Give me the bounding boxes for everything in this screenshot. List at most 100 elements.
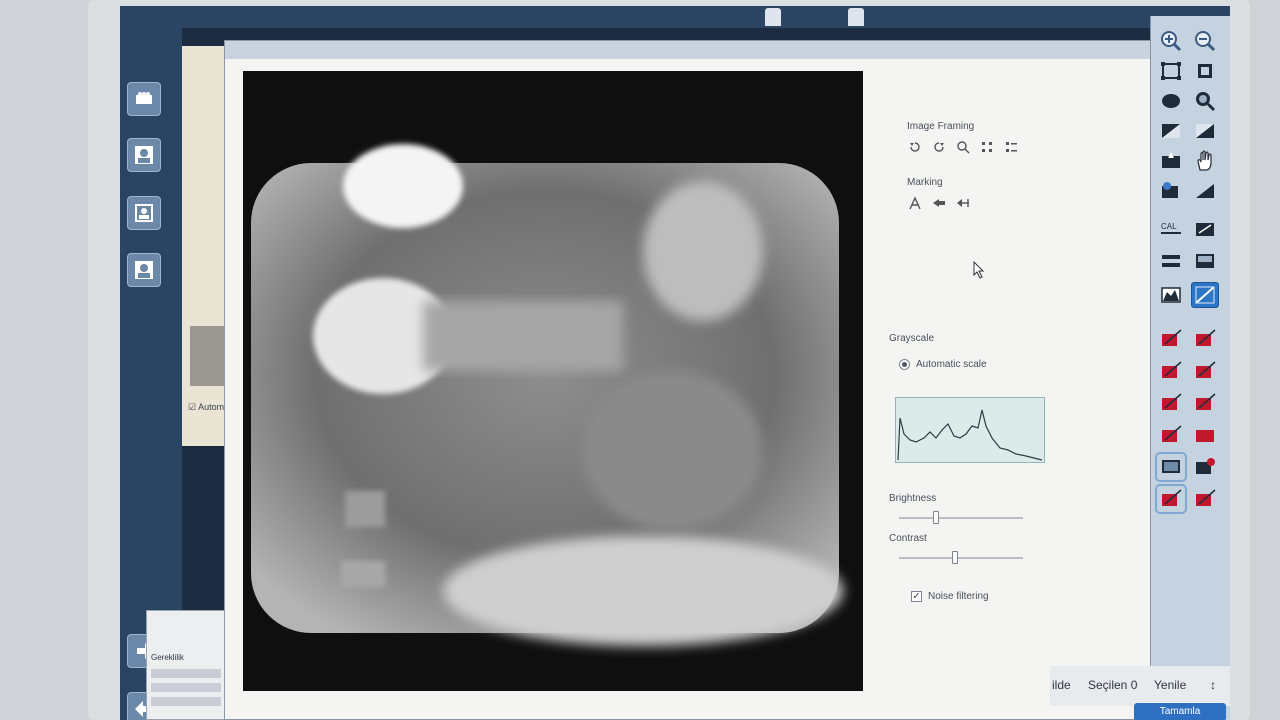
- pan-button[interactable]: [1191, 148, 1219, 174]
- magnifier-icon: [1196, 92, 1216, 112]
- profile-view-button[interactable]: [1191, 248, 1219, 274]
- arrow-line-annotation-icon[interactable]: [955, 195, 971, 211]
- histogram-view-button[interactable]: [1157, 282, 1185, 308]
- top-bar: [120, 6, 1230, 28]
- flip-vertical-icon[interactable]: [1003, 139, 1019, 155]
- measure-line-icon: [1162, 425, 1182, 442]
- radio-dot: [902, 362, 907, 367]
- contrast-slider[interactable]: [899, 551, 1023, 564]
- grayscale-histogram[interactable]: [895, 397, 1045, 463]
- noise-filtering-option[interactable]: ✓ Noise filtering: [911, 591, 989, 602]
- user-icon: [135, 261, 153, 279]
- measure-tool-8-button[interactable]: [1191, 422, 1219, 448]
- region-select-button[interactable]: [1157, 88, 1185, 114]
- contrast-slider-thumb[interactable]: [951, 551, 958, 564]
- nav-patient-button[interactable]: [127, 138, 161, 172]
- complete-button[interactable]: Tamamla: [1134, 703, 1226, 720]
- selected-count: Seçilen 0: [1088, 678, 1138, 692]
- hand-pan-icon: [1197, 150, 1212, 171]
- measure-line-icon: [1196, 329, 1216, 346]
- dental-xray-image: [243, 71, 863, 691]
- measure-line-icon: [1162, 329, 1182, 346]
- top-tab-1[interactable]: [765, 8, 781, 26]
- image-framing-toolbar: [907, 139, 1019, 155]
- list-item[interactable]: [151, 683, 221, 692]
- full-screen-icon: [1198, 64, 1212, 78]
- rotate-left-icon[interactable]: [907, 139, 923, 155]
- nav-profile-button[interactable]: [127, 196, 161, 230]
- monitor-icon: [1162, 460, 1180, 473]
- refresh-button[interactable]: Yenile: [1154, 678, 1186, 692]
- angle-icon: [1196, 223, 1214, 236]
- mouse-cursor-icon: [973, 261, 985, 279]
- screen-capture-button[interactable]: [1155, 452, 1187, 482]
- brightness-label: Brightness: [889, 493, 937, 504]
- measure-tool-6-button[interactable]: [1191, 390, 1219, 416]
- sharpen-button[interactable]: [1157, 148, 1185, 174]
- measure-tool-4-button[interactable]: [1191, 358, 1219, 384]
- profile-view-icon: [1196, 254, 1214, 268]
- curve-adjust-button[interactable]: [1191, 282, 1219, 308]
- rotate-right-icon[interactable]: [931, 139, 947, 155]
- nav-group-button[interactable]: [127, 82, 161, 116]
- full-screen-button[interactable]: [1191, 58, 1219, 84]
- noise-filtering-checkbox[interactable]: ✓: [911, 591, 922, 602]
- sharpen-icon: [1162, 152, 1180, 168]
- top-tab-2[interactable]: [848, 8, 864, 26]
- invert-button[interactable]: [1157, 118, 1185, 144]
- brightness-tool-button[interactable]: [1157, 178, 1185, 204]
- measure-tool-3-button[interactable]: [1157, 358, 1185, 384]
- curve-adjust-icon: [1195, 286, 1215, 304]
- background-list-label: Gereklilik: [151, 653, 184, 662]
- text-annotation-icon[interactable]: [907, 195, 923, 211]
- screen: ☑ Automatic Gereklilik Image Framing Mar…: [120, 6, 1230, 720]
- list-item[interactable]: [151, 669, 221, 678]
- person-icon: [135, 146, 153, 164]
- marking-label: Marking: [907, 177, 943, 188]
- zoom-out-button[interactable]: [1191, 28, 1219, 54]
- image-control-panel: Image Framing Marking Grayscale Automati…: [877, 71, 1147, 691]
- gradient-tool-button[interactable]: [1191, 178, 1219, 204]
- xray-viewer[interactable]: [243, 71, 863, 691]
- image-framing-label: Image Framing: [907, 121, 975, 132]
- brightness-slider-thumb[interactable]: [933, 511, 940, 524]
- zoom-fit-icon[interactable]: [955, 139, 971, 155]
- measure-tool-10-button[interactable]: [1191, 486, 1219, 512]
- measure-line-icon: [1162, 489, 1182, 506]
- flip-horizontal-icon[interactable]: [979, 139, 995, 155]
- automatic-scale-radio[interactable]: [899, 359, 910, 370]
- measure-tool-2-button[interactable]: [1191, 326, 1219, 352]
- group-icon: [136, 92, 152, 104]
- list-item[interactable]: [151, 697, 221, 706]
- horizontal-lines-icon: [1162, 255, 1180, 267]
- invert-icon: [1162, 124, 1180, 138]
- zoom-in-icon: [1161, 31, 1182, 52]
- bottom-action-bar: ilde Seçilen 0 Yenile ↕: [1050, 666, 1230, 706]
- automatic-scale-option[interactable]: Automatic scale: [899, 359, 987, 370]
- portrait-icon: [135, 204, 153, 222]
- measure-tool-5-button[interactable]: [1157, 390, 1185, 416]
- arrow-annotation-icon[interactable]: [931, 195, 947, 211]
- brightness-slider[interactable]: [899, 511, 1023, 524]
- measure-tool-7-button[interactable]: [1157, 422, 1185, 448]
- tool-palette: CAL: [1150, 16, 1230, 720]
- magnifier-button[interactable]: [1191, 88, 1219, 114]
- measure-angle-button[interactable]: [1191, 216, 1219, 242]
- measure-line-icon: [1162, 361, 1182, 378]
- sort-toggle[interactable]: ↕: [1210, 678, 1216, 692]
- contrast-tool-button[interactable]: [1191, 118, 1219, 144]
- nav-user-button[interactable]: [127, 253, 161, 287]
- export-button[interactable]: [1191, 454, 1219, 480]
- export-icon: [1196, 458, 1215, 474]
- fit-window-button[interactable]: [1157, 58, 1185, 84]
- bottom-item-1[interactable]: ilde: [1052, 678, 1071, 692]
- fit-window-icon: [1161, 62, 1181, 80]
- dialog-titlebar: [225, 41, 1163, 59]
- measure-tool-1-button[interactable]: [1157, 326, 1185, 352]
- measure-tool-9-button[interactable]: [1155, 484, 1187, 514]
- calibration-button[interactable]: CAL: [1157, 216, 1185, 242]
- horizontal-lines-button[interactable]: [1157, 248, 1185, 274]
- contrast-label: Contrast: [889, 533, 927, 544]
- zoom-in-button[interactable]: [1157, 28, 1185, 54]
- image-dialog: Image Framing Marking Grayscale Automati…: [224, 40, 1164, 720]
